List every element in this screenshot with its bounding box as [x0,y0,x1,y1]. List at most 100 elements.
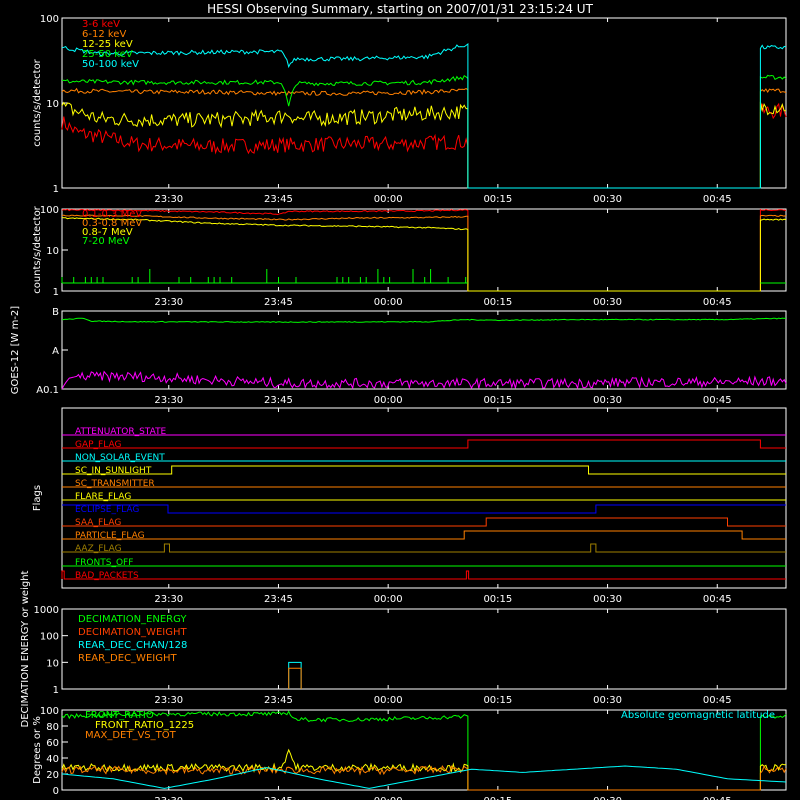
flag-label-bad-packets: BAD_PACKETS [75,571,139,581]
decimation-y-tick-label: 1 [53,685,59,696]
high-energy-line-0-8-7-mev [61,217,787,292]
count-rates-y-label: counts/s/detector [32,58,43,146]
flag-label-gap-flag: GAP_FLAG [75,440,121,450]
decimation-x-tick-label: 00:30 [593,695,622,706]
count-rates-x-tick-label: 00:45 [703,194,732,205]
high-energy-y-tick-label: 1 [53,287,59,298]
high-energy-x-tick-label: 00:30 [593,297,622,308]
high-energy-x-tick-label: 00:45 [703,297,732,308]
decimation-x-tick-label: 23:30 [154,695,183,706]
goes-x-tick-label: 00:30 [593,395,622,406]
legend-rear-dec-chan-128: REAR_DEC_CHAN/128 [78,640,187,651]
high-energy-x-tick-label: 23:30 [154,297,183,308]
high-energy-line-7-20-mev [61,269,786,284]
ratios-x-tick-label: 00:15 [483,796,512,800]
decimation-x-tick-label: 00:00 [374,695,403,706]
flag-label-particle-flag: PARTICLE_FLAG [75,531,145,541]
decimation-x-tick-label: 00:15 [483,695,512,706]
decimation-y-tick-label: 10 [46,658,59,669]
flags-x-tick-label: 23:30 [154,594,183,605]
goes-x-tick-label: 00:00 [374,395,403,406]
legend-decimation-weight: DECIMATION_WEIGHT [78,627,187,638]
flag-label-non-solar-event: NON_SOLAR_EVENT [75,453,165,463]
count-rates-x-tick-label: 00:30 [593,194,622,205]
decimation-x-tick-label: 23:45 [264,695,293,706]
flags-x-tick-label: 00:45 [703,594,732,605]
decimation-pulse-2 [288,661,302,689]
goes-x-tick-label: 23:30 [154,395,183,406]
flag-line-saa-flag [62,517,786,527]
goes-line-short [61,370,787,390]
legend-max-det-vs-tot: MAX_DET_VS_TOT [85,730,177,741]
flags-x-tick-label: 23:45 [264,594,293,605]
flag-label-sc-transmitter: SC_TRANSMITTER [75,479,155,489]
decimation-x-tick-label: 00:45 [703,695,732,706]
high-energy-x-tick-label: 00:00 [374,297,403,308]
legend-rear-dec-weight: REAR_DEC_WEIGHT [78,653,177,664]
count-rates-x-tick-label: 23:30 [154,194,183,205]
flags-x-tick-label: 00:30 [593,594,622,605]
ratios-y-tick-label: 20 [46,770,59,781]
decimation-y-tick-label: 1000 [34,605,59,616]
legend-decimation-energy: DECIMATION_ENERGY [78,614,187,625]
decimation-pulse-3 [288,667,302,689]
count-rates-y-tick-label: 10 [46,99,59,110]
count-rate-line-50-100-kev [61,42,787,189]
count-rate-line-25-50-kev [61,74,787,189]
goes-y-tick-label: A [52,346,59,357]
goes-line-long [61,317,787,323]
goes-y-tick-label: A0.1 [36,385,59,396]
geomagnetic-latitude-line [61,765,787,789]
ratios-y-tick-label: 100 [40,706,59,717]
high-energy-y-tick-label: 10 [46,246,59,257]
legend-50-100-kev: 50-100 keV [82,59,139,70]
flag-label-saa-flag: SAA_FLAG [75,518,121,528]
ratios-y-tick-label: 40 [46,754,59,765]
flag-label-flare-flag: FLARE_FLAG [75,492,131,502]
ratios-x-tick-label: 00:30 [593,796,622,800]
flag-line-particle-flag [62,530,786,540]
flag-line-gap-flag [62,439,786,449]
flag-line-sc-in-sunlight [62,465,786,475]
count-rates-x-tick-label: 23:45 [264,194,293,205]
decimation-y-label: DECIMATION ENERGY or weight [20,570,31,727]
goes-x-tick-label: 23:45 [264,395,293,406]
high-energy-line-0-3-0-8-mev [61,214,787,292]
decimation-y-tick-label: 100 [40,632,59,643]
hessi-summary-plot: HESSI Observing Summary, starting on 200… [10,2,787,800]
plot-title: HESSI Observing Summary, starting on 200… [207,2,593,16]
goes-y-tick-label: B [52,307,59,318]
count-rates-y-tick-label: 100 [40,14,59,25]
flag-label-attenuator-state: ATTENUATOR_STATE [75,427,167,437]
count-rate-line-6-12-kev [61,87,787,189]
count-rates-frame [61,17,787,189]
flag-line-aaz-flag [62,543,786,553]
goes-x-tick-label: 00:15 [483,395,512,406]
ratios-x-tick-label: 00:00 [374,796,403,800]
geomagnetic-latitude-annotation: Absolute geomagnetic latitude [621,710,775,721]
flag-label-fronts-off: FRONTS_OFF [75,558,133,568]
high-energy-x-tick-label: 00:15 [483,297,512,308]
count-rate-line-12-25-kev [61,101,786,189]
flags-y-label: Flags [32,485,43,511]
ratios-y-label: Degrees or % [32,716,43,784]
goes-frame [61,310,787,390]
legend-7-20-mev: 7-20 MeV [82,236,130,247]
ratios-y-tick-label: 80 [46,722,59,733]
flag-label-sc-in-sunlight: SC_IN_SUNLIGHT [75,466,152,476]
flag-line-eclipse-flag [62,504,786,514]
flags-x-tick-label: 00:00 [374,594,403,605]
ratios-x-tick-label: 00:45 [703,796,732,800]
flags-x-tick-label: 00:15 [483,594,512,605]
ratios-x-tick-label: 23:45 [264,796,293,800]
goes-x-tick-label: 00:45 [703,395,732,406]
count-rates-x-tick-label: 00:00 [374,194,403,205]
ratios-y-tick-label: 0 [53,786,59,797]
count-rates-x-tick-label: 00:15 [483,194,512,205]
goes-y-label: GOES-12 [W m-2] [10,306,21,394]
flag-line-bad-packets [61,570,786,580]
flag-label-aaz-flag: AAZ_FLAG [75,544,122,554]
high-energy-y-label: counts/s/detector [32,205,43,293]
ratios-y-tick-label: 60 [46,738,59,749]
count-rates-y-tick-label: 1 [53,184,59,195]
